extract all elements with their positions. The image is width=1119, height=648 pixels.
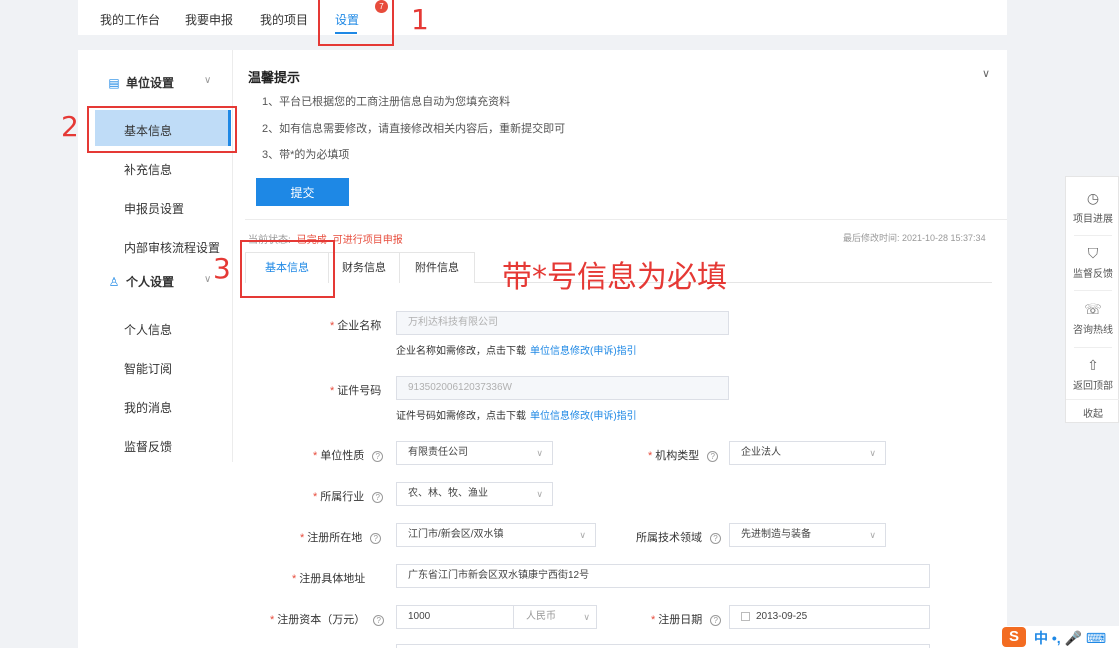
industry-label: * 所属行业? (313, 488, 384, 504)
location-label: * 注册所在地? (300, 529, 382, 545)
chevron-down-icon: ∨ (583, 612, 590, 622)
cert-no-field: 91350200612037336W (396, 376, 729, 400)
chevron-down-icon: ∨ (579, 530, 586, 540)
shield-icon: ⛉ (1087, 245, 1099, 261)
location-select[interactable]: 江门市/新会区/双水镇 ∨ (396, 523, 596, 547)
ime-status[interactable]: 中 •, 🎤 ⌨ (1034, 628, 1106, 648)
cert-no-guide-link[interactable]: 单位信息修改(申诉)指引 (530, 411, 637, 422)
reg-date-label: * 注册日期? (651, 611, 722, 627)
sidebar-group-personal-label: 个人设置 (126, 275, 175, 289)
book-icon: ▤ (108, 76, 120, 90)
chevron-down-icon[interactable]: ∨ (204, 274, 211, 285)
divider (245, 219, 1007, 220)
help-icon: ? (372, 491, 384, 503)
annotation-number-2: 2 (61, 110, 79, 143)
sidebar-item-messages[interactable]: 我的消息 (124, 399, 172, 416)
help-icon: ? (370, 532, 382, 544)
address-label: * 注册具体地址 (292, 573, 366, 585)
help-icon: ? (372, 450, 384, 462)
cert-no-label: * 证件号码 (330, 385, 382, 397)
chevron-down-icon: ∨ (869, 448, 876, 458)
tips-title: 温馨提示 (248, 70, 301, 85)
submit-button[interactable]: 提交 (256, 178, 349, 206)
last-modified: 最后修改时间: 2021-10-28 15:37:34 (843, 233, 986, 243)
float-hotline[interactable]: ☏ 咨询热线 (1066, 301, 1119, 336)
address-field[interactable]: 广东省江门市新会区双水镇康宁西街12号 (396, 564, 930, 588)
capital-field[interactable]: 1000 人民币 ∨ (396, 605, 597, 629)
status-extra: 可进行项目申报 (332, 235, 403, 246)
sidebar-item-personal-info[interactable]: 个人信息 (124, 321, 172, 338)
tip-line-3: 3、带*的为必填项 (262, 149, 350, 161)
company-name-guide-link[interactable]: 单位信息修改(申诉)指引 (530, 346, 637, 357)
annotation-box-3 (240, 240, 335, 298)
float-back-to-top[interactable]: ⇧ 返回顶部 (1066, 357, 1119, 392)
chevron-down-icon: ∨ (536, 489, 543, 499)
annotation-number-1: 1 (411, 3, 429, 36)
chevron-down-icon: ∨ (536, 448, 543, 458)
company-name-field: 万利达科技有限公司 (396, 311, 729, 335)
sidebar-item-feedback[interactable]: 监督反馈 (124, 438, 172, 455)
sidebar-item-supplement[interactable]: 补充信息 (124, 161, 172, 178)
sidebar-group-personal[interactable]: ♙ 个人设置 (108, 273, 174, 290)
float-panel: ◷ 项目进展 ⛉ 监督反馈 ☏ 咨询热线 ⇧ 返回顶部 收起 (1065, 176, 1119, 423)
sidebar-item-audit-flow[interactable]: 内部审核流程设置 (124, 239, 220, 256)
next-field[interactable] (396, 644, 930, 648)
tip-line-2: 2、如有信息需要修改，请直接修改相关内容后，重新提交即可 (262, 123, 566, 135)
sidebar-item-declarant[interactable]: 申报员设置 (124, 200, 184, 217)
float-project-progress[interactable]: ◷ 项目进展 (1066, 190, 1119, 225)
capital-label: * 注册资本（万元）? (270, 611, 385, 627)
tab-finance-info[interactable]: 财务信息 (328, 252, 400, 283)
org-type-label: * 机构类型? (648, 447, 719, 463)
tech-field-label: 所属技术领域? (636, 529, 721, 545)
tech-field-select[interactable]: 先进制造与装备 ∨ (729, 523, 886, 547)
chevron-down-icon[interactable]: ∨ (204, 75, 211, 86)
company-name-hint: 企业名称如需修改，点击下载 单位信息修改(申诉)指引 (396, 346, 637, 357)
sidebar-group-unit[interactable]: ▤ 单位设置 (108, 74, 174, 91)
annotation-box-2 (87, 106, 237, 153)
capital-unit-select[interactable]: 人民币 ∨ (513, 606, 596, 628)
unit-nature-label: * 单位性质? (313, 447, 384, 463)
help-icon: ? (707, 450, 719, 462)
annotation-number-3: 3 (213, 252, 231, 285)
ime-toolbar[interactable]: S 中 •, 🎤 ⌨ (998, 626, 1119, 648)
top-nav: 我的工作台 我要申报 我的项目 7 设置 (78, 0, 1007, 35)
nav-workbench[interactable]: 我的工作台 (100, 11, 160, 28)
annotation-box-1 (318, 0, 394, 46)
industry-select[interactable]: 农、林、牧、渔业 ∨ (396, 482, 553, 506)
sidebar-group-unit-label: 单位设置 (126, 76, 175, 90)
clock-icon: ◷ (1086, 190, 1100, 206)
sidebar-item-subscription[interactable]: 智能订阅 (124, 360, 172, 377)
help-icon: ? (710, 532, 721, 544)
unit-nature-select[interactable]: 有限责任公司 ∨ (396, 441, 553, 465)
sogou-logo-icon: S (1002, 627, 1026, 647)
float-collapse[interactable]: 收起 (1066, 405, 1119, 420)
cert-no-hint: 证件号码如需修改，点击下载 单位信息修改(申诉)指引 (396, 411, 637, 422)
float-supervision-feedback[interactable]: ⛉ 监督反馈 (1066, 245, 1119, 280)
org-type-select[interactable]: 企业法人 ∨ (729, 441, 886, 465)
annotation-required-note: 带*号信息为必填 (502, 260, 727, 295)
chevron-down-icon[interactable]: ∨ (982, 67, 990, 80)
calendar-icon (741, 611, 750, 621)
phone-icon: ☏ (1084, 301, 1102, 317)
company-name-label: * 企业名称 (330, 320, 382, 332)
help-icon: ? (710, 614, 722, 626)
user-icon: ♙ (108, 275, 120, 289)
tab-attachment-info[interactable]: 附件信息 (399, 252, 475, 283)
tip-line-1: 1、平台已根据您的工商注册信息自动为您填充资料 (262, 96, 511, 108)
nav-apply[interactable]: 我要申报 (185, 11, 233, 28)
arrow-up-icon: ⇧ (1087, 357, 1099, 373)
reg-date-field[interactable]: 2013-09-25 (729, 605, 930, 629)
chevron-down-icon: ∨ (869, 530, 876, 540)
nav-my-projects[interactable]: 我的项目 (260, 11, 308, 28)
help-icon: ? (373, 614, 385, 626)
